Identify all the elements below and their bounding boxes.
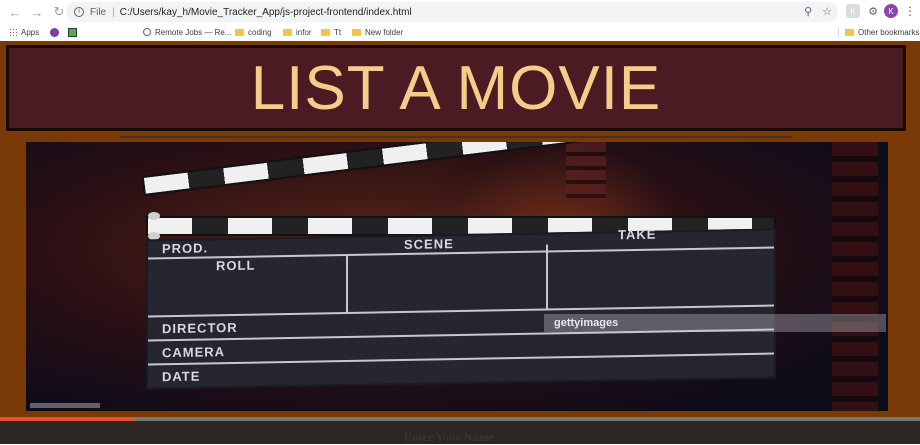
person-icon [143,28,151,36]
apps-grid-icon [9,28,17,36]
title-divider [120,136,792,138]
peace-icon [50,27,59,37]
slate-label-prod: PROD. [162,240,209,257]
bookmark-tt[interactable]: Tt [321,26,341,38]
extension-icon[interactable]: K [846,4,860,18]
clapperboard-image: PROD. ROLL SCENE TAKE DIRECTOR CAMERA DA… [26,142,888,411]
bookmark-label: Apps [21,27,40,37]
bookmark-coding[interactable]: coding [235,26,272,38]
bookmark-label: infor [296,27,312,37]
clapper-hinge-pin [148,212,160,220]
folder-icon [352,28,361,36]
browser-toolbar: ← → ↻ i File | C:/Users/kay_h/Movie_Trac… [0,0,920,24]
browser-menu-icon[interactable]: ⋮ [903,4,917,18]
bookmark-apps[interactable]: Apps [9,26,39,38]
zoom-icon[interactable]: ⚲ [804,5,812,18]
bookmark-label: New folder [365,27,404,37]
name-field-label: Enter Your Name [404,430,494,444]
address-bar-actions: ⚲ ☆ [804,5,832,18]
bookmark-remote-jobs[interactable]: Remote Jobs — Re... [143,26,231,38]
bookmarks-bar: Apps Remote Jobs — Re... coding infor Tt… [0,24,920,40]
bookmark-label: coding [248,27,272,37]
bookmark-star-icon[interactable]: ☆ [822,5,832,18]
bookmark-peace[interactable] [50,26,59,38]
forward-button[interactable]: → [26,1,48,23]
slate-label-roll: ROLL [216,257,256,274]
page-body: LIST A MOVIE PROD. ROLL SCENE TAKE DIREC… [0,41,920,444]
folder-icon [235,28,244,36]
address-separator: | [112,6,115,18]
image-credit [30,403,100,408]
bookmarks-divider [838,27,839,37]
arrow-left-icon: ← [8,4,22,20]
folder-icon [845,28,854,36]
slate-rule [148,352,774,366]
slate-label-date: DATE [162,368,201,385]
slate-board: PROD. ROLL SCENE TAKE DIRECTOR CAMERA DA… [146,226,776,390]
slate-label-scene: SCENE [404,236,454,252]
stock-watermark: gettyimages [544,314,886,332]
slate-label-take: TAKE [618,226,657,243]
slate-rule [546,244,548,309]
info-icon[interactable]: i [74,7,84,17]
game-icon [68,27,77,37]
bookmark-label: Other bookmarks [858,27,920,37]
reload-icon: ↻ [53,4,65,19]
profile-avatar[interactable]: K [884,4,898,18]
bookmark-infor[interactable]: infor [283,26,312,38]
bookmark-label: Remote Jobs — Re... [155,27,232,37]
back-button[interactable]: ← [4,1,26,23]
bookmark-label: Tt [334,27,342,37]
slate-label-camera: CAMERA [162,344,226,361]
slate-rule [346,253,348,313]
address-file-label: File [90,6,107,18]
bookmark-other[interactable]: Other bookmarks [845,26,919,38]
address-url[interactable]: C:/Users/kay_h/Movie_Tracker_App/js-proj… [120,7,412,18]
page-title: LIST A MOVIE [250,53,662,123]
film-reel-graphic [566,142,606,202]
title-banner: LIST A MOVIE [6,45,906,131]
form-section: Enter Your Name [0,421,920,444]
film-strip-graphic [832,142,878,411]
bookmark-game[interactable] [68,26,77,38]
slate-label-director: DIRECTOR [162,319,238,337]
arrow-right-icon: → [30,4,44,20]
folder-icon [283,28,292,36]
bookmark-new-folder[interactable]: New folder [352,26,403,38]
extensions-puzzle-icon[interactable]: ⚙ [866,4,880,18]
address-bar[interactable]: i File | C:/Users/kay_h/Movie_Tracker_Ap… [66,2,838,22]
folder-icon [321,28,330,36]
